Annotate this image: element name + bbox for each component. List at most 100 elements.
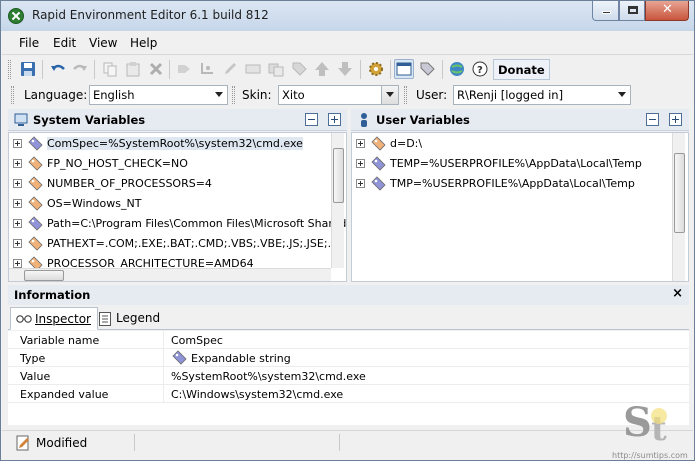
svg-text:?: ? — [477, 65, 483, 76]
move-up-button[interactable] — [312, 59, 332, 79]
expand-toggle-icon[interactable] — [356, 159, 365, 168]
scroll-thumb[interactable] — [333, 148, 344, 203]
tag-icon — [292, 62, 307, 76]
window-toggle-button[interactable] — [394, 59, 414, 79]
user-value: R\Renji [logged in] — [457, 88, 564, 102]
rename-button[interactable] — [243, 59, 263, 79]
settings-button[interactable] — [366, 59, 386, 79]
expand-toggle-icon[interactable] — [356, 139, 365, 148]
tag-button[interactable] — [289, 59, 309, 79]
expand-all-button[interactable] — [328, 113, 341, 126]
collapse-all-button[interactable] — [646, 113, 659, 126]
menu-file[interactable]: File — [19, 36, 39, 50]
skin-dropdown-button[interactable] — [381, 86, 398, 104]
paste-icon — [126, 62, 140, 77]
expand-toggle-icon[interactable] — [13, 219, 22, 228]
insert-variable-button[interactable] — [174, 59, 194, 79]
string-tag-icon — [371, 136, 386, 151]
language-select[interactable]: English — [89, 85, 228, 105]
expandable-string-tag-icon — [28, 216, 43, 231]
variable-row[interactable]: TEMP=%USERPROFILE%\AppData\Local\Temp — [352, 154, 672, 174]
variable-row[interactable]: OS=Windows_NT — [9, 194, 331, 214]
variable-row[interactable]: PATHEXT=.COM;.EXE;.BAT;.CMD;.VBS;.VBE;.J… — [9, 234, 342, 254]
edit-button[interactable] — [220, 59, 240, 79]
minimize-button[interactable] — [592, 1, 619, 21]
expand-toggle-icon[interactable] — [13, 239, 22, 248]
menu-view[interactable]: View — [89, 36, 117, 50]
variable-row[interactable]: TMP=%USERPROFILE%\AppData\Local\Temp — [352, 174, 672, 194]
tab-legend[interactable]: Legend — [94, 307, 166, 330]
string-tag-icon — [28, 196, 43, 211]
expandable-string-tag-icon — [371, 176, 386, 191]
modified-document-icon — [16, 435, 29, 451]
expand-toggle-icon[interactable] — [13, 159, 22, 168]
scroll-thumb[interactable] — [674, 153, 685, 233]
redo-button[interactable] — [70, 59, 90, 79]
settings-grip[interactable] — [404, 86, 407, 104]
copy-button[interactable] — [100, 59, 120, 79]
chevron-down-icon — [386, 92, 394, 97]
copy-icon — [103, 62, 117, 77]
paste-button[interactable] — [123, 59, 143, 79]
web-icon — [450, 62, 464, 76]
expand-toggle-icon[interactable] — [13, 199, 22, 208]
variable-row[interactable]: Path=C:\Program Files\Common Files\Micro… — [9, 214, 346, 234]
clone-button[interactable] — [266, 59, 286, 79]
information-header: Information × — [8, 285, 689, 305]
expand-toggle-icon[interactable] — [13, 139, 22, 148]
legend-button[interactable] — [417, 59, 437, 79]
maximize-button[interactable] — [619, 1, 645, 21]
variable-text: NUMBER_OF_PROCESSORS=4 — [47, 177, 212, 190]
expand-toggle-icon[interactable] — [356, 179, 365, 188]
save-button[interactable] — [18, 59, 38, 79]
close-button[interactable]: ✕ — [645, 1, 689, 21]
title-bar[interactable]: Rapid Environment Editor 6.1 build 812 ✕ — [1, 1, 694, 31]
expand-toggle-icon[interactable] — [13, 179, 22, 188]
redo-icon — [73, 64, 87, 71]
toolbar-grip[interactable] — [8, 60, 11, 79]
move-down-button[interactable] — [335, 59, 355, 79]
property-value: Expandable string — [191, 352, 291, 365]
system-vertical-scrollbar[interactable] — [331, 133, 344, 268]
scroll-thumb[interactable] — [24, 270, 64, 281]
collapse-all-button[interactable] — [305, 113, 318, 126]
settings-grip[interactable] — [11, 86, 14, 104]
toolbar: ? Donate — [2, 55, 693, 83]
property-name: Expanded value — [20, 388, 109, 401]
property-name: Variable name — [20, 334, 100, 347]
variable-row[interactable]: ComSpec=%SystemRoot%\system32\cmd.exe — [9, 134, 331, 154]
tab-inspector[interactable]: Inspector — [10, 307, 98, 330]
system-variables-tree[interactable]: ComSpec=%SystemRoot%\system32\cmd.exe FP_… — [8, 132, 347, 282]
user-variables-tree[interactable]: d=D:\ TEMP=%USERPROFILE%\AppData\Local\Te… — [351, 132, 689, 282]
expand-toggle-icon[interactable] — [13, 259, 22, 268]
web-button[interactable] — [447, 59, 467, 79]
menu-help[interactable]: Help — [130, 36, 157, 50]
status-text: Modified — [36, 436, 88, 450]
donate-button[interactable]: Donate — [493, 59, 550, 80]
string-tag-icon — [28, 156, 43, 171]
menu-edit[interactable]: Edit — [53, 36, 76, 50]
user-select[interactable]: R\Renji [logged in] — [453, 85, 631, 105]
settings-grip[interactable] — [232, 86, 235, 104]
legend-list-icon — [99, 312, 111, 326]
delete-button[interactable] — [146, 59, 166, 79]
user-vertical-scrollbar[interactable] — [672, 133, 685, 281]
variable-row[interactable]: NUMBER_OF_PROCESSORS=4 — [9, 174, 331, 194]
undo-button[interactable] — [48, 59, 68, 79]
tab-inspector-label: Inspector — [35, 312, 91, 326]
variable-row[interactable]: d=D:\ — [352, 134, 672, 154]
skin-select[interactable]: Xito — [278, 85, 399, 105]
delete-icon — [149, 62, 163, 76]
close-panel-button[interactable]: × — [672, 286, 683, 301]
help-button[interactable]: ? — [470, 59, 490, 79]
expand-all-button[interactable] — [669, 113, 682, 126]
property-value: C:\Windows\system32\cmd.exe — [171, 388, 344, 401]
system-horizontal-scrollbar[interactable] — [9, 268, 331, 281]
property-value: %SystemRoot%\system32\cmd.exe — [171, 370, 366, 383]
status-separator — [134, 434, 135, 451]
variable-text: TEMP=%USERPROFILE%\AppData\Local\Temp — [390, 157, 642, 170]
main-window: Rapid Environment Editor 6.1 build 812 ✕… — [0, 0, 695, 461]
user-icon — [361, 113, 367, 127]
variable-row[interactable]: FP_NO_HOST_CHECK=NO — [9, 154, 331, 174]
insert-value-button[interactable] — [197, 59, 217, 79]
